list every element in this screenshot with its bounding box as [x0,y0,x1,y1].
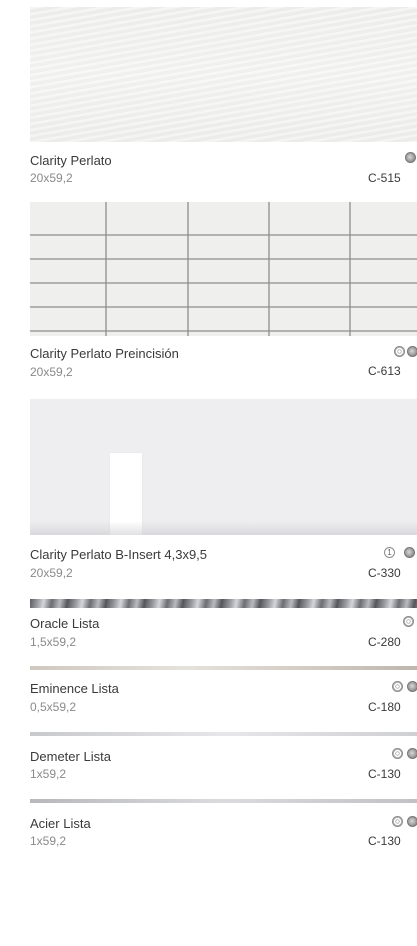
tile-swatch-clarity-perlato [30,7,417,142]
flower-icon [392,681,403,692]
strip-swatch-acier [30,799,417,803]
dark-circle-icon [407,346,417,357]
product-size: 20x59,2 [30,171,73,185]
dark-circle-icon [404,547,415,558]
product-size: 1x59,2 [30,767,67,781]
product-code: C-130 [368,834,401,848]
product-size: 1,5x59,2 [30,635,77,649]
product-code: C-130 [368,767,401,781]
flower-icon [394,346,405,357]
product-code: C-330 [368,566,401,580]
tile-swatch-clarity-perlato-b-insert [30,399,417,535]
strip-swatch-eminence [30,666,417,670]
tile-swatch-clarity-perlato-preincision [30,202,417,336]
product-name: Demeter Lista [30,749,111,764]
flower-icon [392,748,403,759]
grid-pattern [30,202,417,336]
product-name: Eminence Lista [30,681,119,696]
flower-icon [403,616,414,627]
product-size: 20x59,2 [30,566,73,580]
swatch-shade [30,521,417,535]
product-name: Clarity Perlato [30,153,112,168]
product-code: C-613 [368,364,401,378]
product-name: Clarity Perlato B-Insert 4,3x9,5 [30,547,208,562]
product-size: 1x59,2 [30,834,67,848]
product-name: Acier Lista [30,816,91,831]
product-name: Clarity Perlato Preincisión [30,346,179,361]
product-size: 20x59,2 [30,365,73,379]
dark-circle-icon [407,748,417,759]
product-code: C-280 [368,635,401,649]
product-name: Oracle Lista [30,616,100,631]
dark-circle-icon [405,152,416,163]
dark-circle-icon [407,681,417,692]
product-code: C-515 [368,171,401,185]
product-size: 0,5x59,2 [30,700,77,714]
flower-icon [392,816,403,827]
dark-circle-icon [407,816,417,827]
product-code: C-180 [368,700,401,714]
strip-swatch-demeter [30,732,417,736]
strip-swatch-oracle [30,599,417,608]
info-icon: 1 [384,547,395,558]
